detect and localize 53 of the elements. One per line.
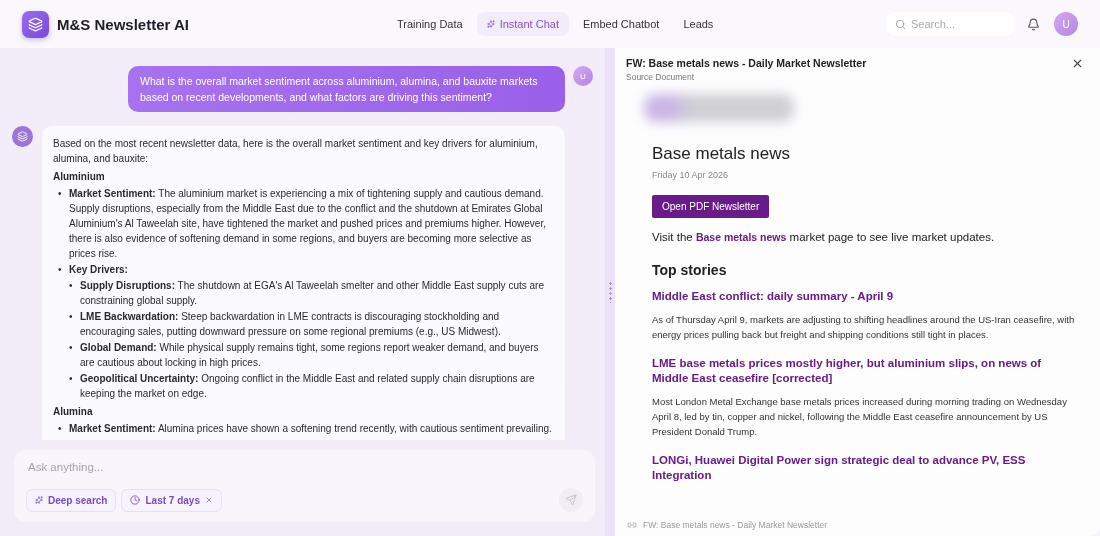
clock-icon bbox=[130, 495, 141, 505]
newsletter-heading: Base metals news bbox=[652, 144, 791, 164]
story-title-link[interactable]: Middle East conflict: daily summary - April 9 bbox=[652, 289, 1080, 304]
bullet-marker: • bbox=[69, 310, 74, 324]
bullet-text: Global Demand: While physical supply remains tight, some regions report weaker demand, and buyers are cautious about locking in high prices. bbox=[80, 341, 540, 370]
bullet-text: Key Drivers: bbox=[69, 263, 128, 277]
bullet-marker: • bbox=[69, 372, 74, 386]
bullet-text: LME Backwardation: Steep backwardation in LME contracts is discouraging stockholding and encouraging sales, putting downward pressure on some regional premiums (e.g., US Midwest). bbox=[80, 310, 502, 339]
sparkle-icon bbox=[35, 496, 43, 504]
document-subtitle: Source Document bbox=[626, 72, 696, 82]
visit-text: Visit the Base metals news market page to see live market updates. bbox=[652, 231, 996, 243]
story-title-link[interactable]: LONGi, Huawei Digital Power sign strategic deal to advance PV, ESS Integration bbox=[652, 453, 1080, 483]
newsletter-date: Friday 10 Apr 2026 bbox=[652, 170, 730, 180]
search-icon bbox=[895, 19, 906, 30]
bullet-text: Market Sentiment: The aluminium market is experiencing a mix of tightening supply and cautious demand. Supply disruptions, especially from the Middle East due to the conflict and the shutdown at Emirates Global Aluminium's Al Taweelah site, have tightened the market and pushed prices and premiums higher. However, there is also evidence of softening demand in some regions, and buyers are becoming more selective as prices rise. bbox=[69, 187, 547, 261]
bullet-text: Supply Disruptions: The shutdown at EGA's Al Taweelah smelter and other Middle East supply cuts are constraining global supply. bbox=[80, 279, 545, 308]
filter-chip[interactable]: Deep search bbox=[26, 488, 117, 512]
nav-tab[interactable]: Leads bbox=[673, 12, 724, 36]
intro-text: Based on the most recent newsletter data, here is the overall market sentiment and key drivers for aluminium, alumina, and bauxite: bbox=[53, 137, 539, 166]
story-title-link[interactable]: LME base metals prices mostly higher, but aluminium slips, on news of Middle East ceasefire [corrected] bbox=[652, 356, 1080, 386]
bullet-text: Market Sentiment: Alumina prices have shown a softening trend recently, with cautious sentiment prevailing. bbox=[69, 422, 552, 436]
story-summary: Most London Metal Exchange base metals prices increased during morning trading on Wednesday April 8, led by tin, copper and nickel, following the Middle East ceasefire announcement by US President Donald Trump. bbox=[652, 395, 1068, 439]
resize-handle[interactable] bbox=[608, 281, 612, 303]
nav-tab[interactable]: Embed Chatbot bbox=[572, 12, 670, 36]
bullet-marker: • bbox=[69, 341, 74, 355]
app-title: M&S Newsletter AI bbox=[57, 15, 190, 33]
section-heading: Alumina bbox=[53, 405, 94, 419]
bot-avatar-icon bbox=[12, 126, 33, 147]
nav-tab[interactable]: Training Data bbox=[387, 12, 473, 36]
user-avatar: U bbox=[573, 66, 593, 86]
notification-button[interactable] bbox=[1027, 17, 1040, 31]
bullet-marker: • bbox=[58, 422, 63, 436]
search-field[interactable]: Search... bbox=[887, 12, 1013, 36]
document-title: FW: Base metals news - Daily Market Newsletter bbox=[626, 57, 867, 69]
story-summary: As of Thursday April 9, markets are adjusting to shifting headlines around the US-Iran ceasefire, with energy prices pulling back but freight and shipping conditions still tight in places. bbox=[652, 313, 1076, 342]
nav-tab[interactable]: Instant Chat bbox=[476, 12, 569, 36]
section-heading: Aluminium bbox=[53, 170, 106, 184]
sparkle-icon bbox=[486, 20, 495, 28]
user-message: What is the overall market sentiment across aluminium, alumina, and bauxite markets based on recent developments, and what factors are driving this sentiment? bbox=[128, 66, 565, 112]
send-button[interactable] bbox=[559, 488, 583, 512]
filter-chip[interactable]: Last 7 days bbox=[121, 488, 222, 512]
bullet-marker: • bbox=[58, 263, 63, 277]
ask-input[interactable]: Ask anything... bbox=[26, 460, 583, 474]
top-stories-heading: Top stories bbox=[652, 262, 728, 278]
bullet-marker: • bbox=[58, 187, 63, 201]
bullet-text: Geopolitical Uncertainty: Ongoing conflict in the Middle East and related supply chain disruptions are keeping the market on edge. bbox=[80, 372, 536, 401]
send-icon bbox=[565, 494, 577, 506]
open-pdf-button[interactable]: Open PDF Newsletter bbox=[652, 195, 770, 218]
bullet-marker: • bbox=[69, 279, 74, 293]
source-link-text: FW: Base metals news - Daily Market Newsletter bbox=[643, 520, 828, 530]
remove-icon[interactable] bbox=[204, 496, 213, 504]
link-icon bbox=[627, 520, 637, 530]
logo-icon bbox=[22, 10, 49, 38]
